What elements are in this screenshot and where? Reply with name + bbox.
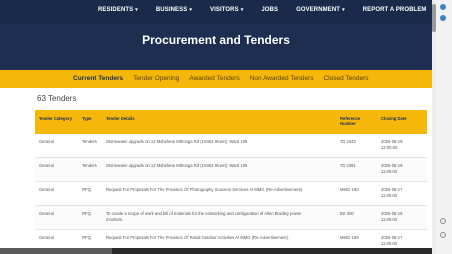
nav-item-government[interactable]: GOVERNMENT ▾ (296, 7, 345, 13)
nav-item-label: REPORT A PROBLEM (362, 7, 427, 13)
cell-category: General (39, 187, 54, 192)
cell-closing-date: 2025-05-17 11:00:00 (381, 187, 403, 198)
chevron-down-icon: ▾ (240, 7, 244, 13)
chevron-down-icon: ▾ (135, 7, 138, 13)
cell-type: RFQ (82, 211, 91, 216)
table-body: General Tenders Stormwater upgrade on 13 M… (35, 134, 427, 254)
cell-reference: MMG-180 (340, 187, 359, 192)
tender-tabs: Current Tenders Tender Opening Awarded Ten… (0, 70, 432, 88)
cell-closing-date: 2025-05-16 11:00:00 (381, 211, 403, 222)
nav-item-business[interactable]: BUSINESS ▾ (156, 7, 192, 13)
top-navigation: RESIDENTS ▾ BUSINESS ▾ VISITORS ▾ JOBS GOVERNME… (0, 0, 452, 58)
cell-reference: 7D 2342 (340, 139, 356, 144)
info-icon[interactable] (440, 4, 446, 10)
tab-non-awarded-tenders[interactable]: Non Awarded Tenders (250, 75, 314, 82)
cell-type: RFQ (82, 187, 91, 192)
cell-details[interactable]: Stormwater upgrade on 13 Mshefane Mthong… (106, 139, 316, 145)
circle-icon[interactable] (440, 218, 446, 224)
table-row[interactable]: General Tenders Stormwater upgrade on 13 M… (35, 134, 427, 158)
bookmark-icon[interactable] (440, 15, 446, 21)
tab-list: Current Tenders Tender Opening Awarded Ten… (73, 75, 379, 82)
nav-item-visitors[interactable]: VISITORS ▾ (210, 7, 243, 13)
table-header: Tender Category Type Tender Details Refe… (35, 110, 427, 134)
cell-category: General (39, 235, 54, 240)
header-closing-date: Closing Date (381, 116, 407, 121)
taskbar-segment (0, 248, 112, 254)
nav-item-jobs[interactable]: JOBS (261, 7, 278, 13)
page: RESIDENTS ▾ BUSINESS ▾ VISITORS ▾ JOBS GOVERNME… (0, 0, 452, 254)
header-type: Type (82, 116, 92, 121)
nav-item-label: GOVERNMENT (296, 7, 341, 13)
cell-type: RFQ (82, 235, 91, 240)
cell-category: General (39, 211, 54, 216)
cell-closing-date: 2025-05-17 11:00:00 (381, 235, 403, 246)
cell-details[interactable]: To create a scope of work and bill of ma… (106, 211, 316, 222)
tab-closed-tenders[interactable]: Closed Tenders (323, 75, 368, 82)
cell-reference: BS 300 (340, 211, 354, 216)
cell-reference: MMG-169 (340, 235, 359, 240)
cell-category: General (39, 139, 54, 144)
page-title: Procurement and Tenders (142, 33, 290, 47)
page-hero: Procurement and Tenders (0, 24, 432, 70)
tab-tender-opening[interactable]: Tender Opening (133, 75, 179, 82)
nav-item-residents[interactable]: RESIDENTS ▾ (98, 7, 138, 13)
cell-closing-date: 2025-05-19 11:00:00 (381, 163, 403, 174)
nav-item-label: VISITORS (209, 7, 239, 13)
tab-awarded-tenders[interactable]: Awarded Tenders (189, 75, 239, 82)
cell-details[interactable]: Request For Proposals For The Provision … (106, 187, 316, 193)
header-reference: Reference Number (340, 116, 361, 126)
cell-type: Tenders (82, 163, 97, 168)
chevron-down-icon: ▾ (189, 7, 192, 13)
browser-side-panel (436, 0, 452, 254)
cell-reference: 7D 2391 (340, 163, 356, 168)
cell-category: General (39, 163, 54, 168)
nav-menu: RESIDENTS ▾ BUSINESS ▾ VISITORS ▾ JOBS GOVERNME… (98, 7, 452, 13)
nav-item-label: JOBS (261, 7, 279, 13)
taskbar (0, 248, 432, 254)
header-details: Tender Details (106, 116, 135, 121)
nav-item-label: BUSINESS (155, 7, 188, 13)
cell-type: Tenders (82, 139, 97, 144)
tab-current-tenders[interactable]: Current Tenders (73, 75, 123, 82)
cell-closing-date: 2025-05-19 12:00:00 (381, 139, 403, 150)
settings-icon[interactable] (440, 232, 446, 238)
tender-count: 63 Tenders (37, 94, 77, 103)
table-row[interactable]: General RFQ Request For Proposals For The … (35, 182, 427, 206)
cell-details[interactable]: Request For Proposals For The Provision … (106, 235, 316, 241)
nav-item-report-a-problem[interactable]: REPORT A PROBLEM (363, 7, 427, 13)
chevron-down-icon: ▾ (342, 7, 345, 13)
tenders-table: Tender Category Type Tender Details Refe… (35, 110, 427, 254)
cell-details[interactable]: Stormwater upgrade on 13 Mshefane Mthong… (106, 163, 316, 169)
table-row[interactable]: General RFQ To create a scope of work and … (35, 206, 427, 230)
header-category: Tender Category (39, 116, 72, 121)
nav-item-label: RESIDENTS (98, 7, 134, 13)
table-row[interactable]: General Tenders Stormwater upgrade on 13 M… (35, 158, 427, 182)
